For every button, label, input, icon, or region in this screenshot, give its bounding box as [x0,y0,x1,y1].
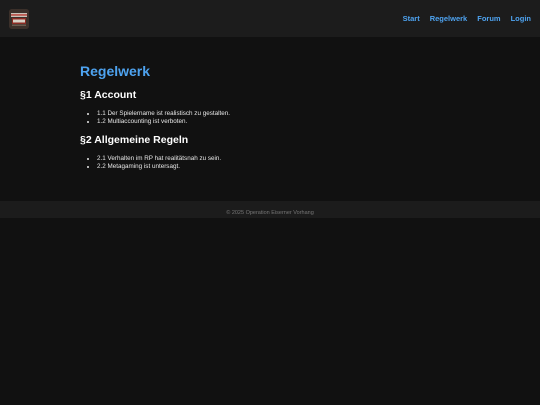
rule-item: 2.2 Metagaming ist untersagt. [97,163,460,171]
main-content: Regelwerk §1 Account 1.1 Der Spielername… [80,63,460,170]
rule-list: 1.1 Der Spielername ist realistisch zu g… [80,110,460,125]
nav-link-regelwerk[interactable]: Regelwerk [430,14,468,23]
nav-link-start[interactable]: Start [403,14,420,23]
page-title: Regelwerk [80,63,151,79]
logo-icon[interactable] [9,9,29,29]
footer-copyright: © 2025 Operation Eiserner Vorhang [226,210,314,216]
section-heading: §2 Allgemeine Regeln [80,134,189,146]
rule-list: 2.1 Verhalten im RP hat realitätsnah zu … [80,155,460,170]
rule-item: 1.1 Der Spielername ist realistisch zu g… [97,110,460,118]
section-allgemeine-regeln: §2 Allgemeine Regeln 2.1 Verhalten im RP… [80,134,460,170]
site-footer: © 2025 Operation Eiserner Vorhang [0,201,540,218]
main-nav: Start Regelwerk Forum Login [403,14,531,23]
rule-item: 2.1 Verhalten im RP hat realitätsnah zu … [97,155,460,163]
nav-link-forum[interactable]: Forum [477,14,500,23]
nav-link-login[interactable]: Login [511,14,531,23]
rule-item: 1.2 Multiaccounting ist verboten. [97,118,460,126]
section-account: §1 Account 1.1 Der Spielername ist reali… [80,89,460,125]
site-header: Start Regelwerk Forum Login [0,0,540,37]
section-heading: §1 Account [80,89,137,101]
